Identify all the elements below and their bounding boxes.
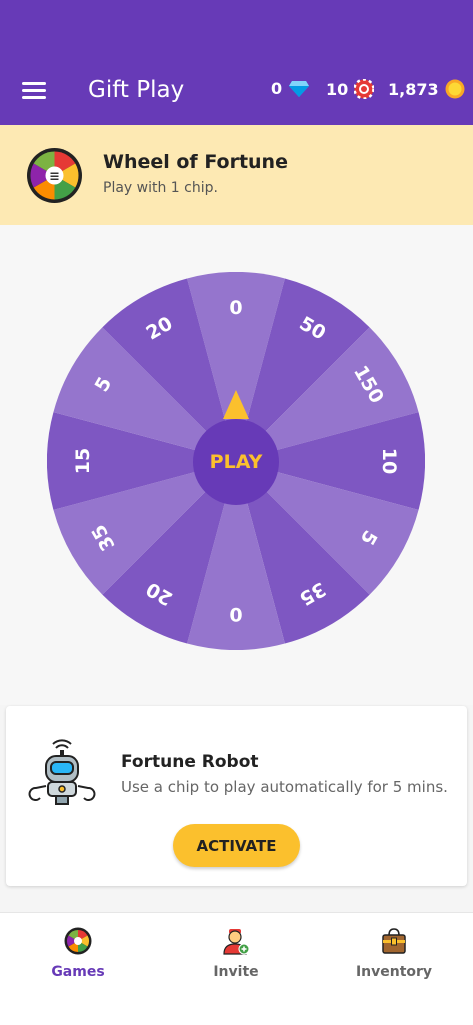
gems-counter[interactable]: 0 [271, 79, 310, 98]
chest-icon [382, 928, 406, 954]
app-title: Gift Play [88, 77, 185, 103]
wheel-segment-label: 10 [378, 448, 400, 474]
wheel-segment-label: 0 [229, 603, 242, 625]
nav-item-inventory[interactable]: Inventory [334, 927, 454, 980]
nav-item-invite[interactable]: Invite [176, 927, 296, 980]
coin-icon [445, 79, 465, 99]
activate-button[interactable]: ACTIVATE [173, 824, 300, 867]
menu-icon[interactable] [22, 82, 46, 100]
nav-label-inventory: Inventory [355, 964, 433, 980]
robot-title: Fortune Robot [121, 752, 259, 772]
robot-description: Use a chip to play automatically for 5 m… [121, 778, 448, 796]
game-title: Wheel of Fortune [103, 151, 288, 173]
chip-icon [354, 79, 375, 99]
person-add-icon [223, 929, 250, 955]
game-subtitle: Play with 1 chip. [103, 180, 218, 196]
gems-count: 0 [271, 79, 283, 98]
wheel-segment-label: 15 [72, 448, 94, 474]
wheel-segment-label: 0 [229, 297, 242, 319]
diamond-icon [289, 80, 310, 97]
nav-label-games: Games [51, 964, 105, 980]
wheel-icon [64, 927, 92, 955]
robot-icon [28, 739, 96, 805]
coins-count: 1,873 [388, 79, 439, 99]
nav-item-games[interactable]: Games [18, 927, 138, 980]
wheel-icon [27, 148, 82, 203]
chips-count: 10 [326, 79, 349, 99]
chips-counter[interactable]: 10 [326, 79, 375, 99]
play-button[interactable]: PLAY [193, 419, 279, 505]
coins-counter[interactable]: 1,873 [388, 79, 465, 99]
top-app-bar: Gift Play 0 10 1,873 [0, 0, 473, 125]
bottom-nav: Games Invite Inventory [0, 912, 473, 1025]
nav-label-invite: Invite [213, 964, 259, 980]
